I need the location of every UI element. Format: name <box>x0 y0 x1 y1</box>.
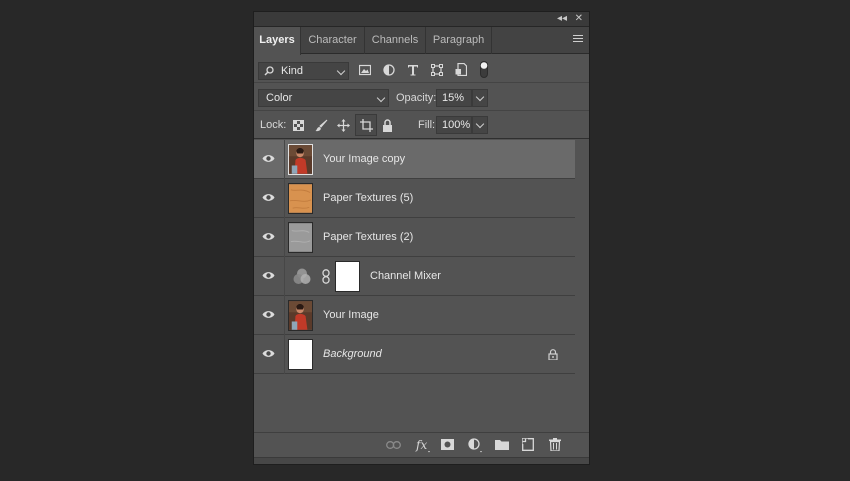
layer-name: Paper Textures (2) <box>323 231 414 243</box>
layer-mask-thumbnail[interactable] <box>335 261 360 292</box>
close-panel-button[interactable]: ✕ <box>575 13 583 25</box>
lock-transparent-pixels-icon[interactable] <box>293 120 304 131</box>
lock-icon <box>548 349 558 360</box>
layers-bottom-toolbar: fx <box>254 432 589 457</box>
visibility-divider <box>284 296 285 335</box>
collapse-panel-button[interactable]: ◂◂ <box>557 13 567 25</box>
link-layers-icon[interactable] <box>386 441 401 449</box>
type-filter-icon[interactable] <box>407 64 419 76</box>
eye-icon[interactable] <box>262 349 275 358</box>
tab-paragraph[interactable]: Paragraph <box>426 27 492 54</box>
lock-icon[interactable] <box>382 119 393 132</box>
trash-icon[interactable] <box>549 438 561 451</box>
layer-name: Background <box>323 348 382 360</box>
move-icon[interactable] <box>337 119 350 132</box>
layer-name: Your Image <box>323 309 379 321</box>
layer-thumbnail[interactable] <box>288 300 313 331</box>
link-icon[interactable] <box>322 269 330 284</box>
tab-layers[interactable]: Layers <box>254 27 301 55</box>
folder-icon[interactable] <box>495 439 509 450</box>
panel-tab-bar: Layers Character Channels Paragraph <box>254 27 589 55</box>
layers-panel: ◂◂ ✕ Layers Character Channels Paragraph… <box>253 11 590 465</box>
layer-row[interactable]: Your Image <box>254 296 575 335</box>
opacity-slider-button[interactable] <box>472 89 488 107</box>
smart-object-filter-icon[interactable] <box>455 63 467 76</box>
visibility-divider <box>284 335 285 374</box>
eye-icon[interactable] <box>262 310 275 319</box>
svg-text:fx: fx <box>415 438 427 452</box>
new-layer-icon[interactable] <box>522 438 534 451</box>
search-icon <box>264 66 274 76</box>
layer-name: Your Image copy <box>323 153 406 165</box>
layers-list: Your Image copy Paper Textures (5) Paper… <box>254 140 575 376</box>
fill-value: 100% <box>442 119 471 131</box>
fx-icon[interactable]: fx <box>415 437 431 453</box>
chevron-down-icon <box>376 93 386 103</box>
lock-artboard-button[interactable] <box>355 114 377 136</box>
panel-title-bar[interactable]: ◂◂ ✕ <box>254 12 589 27</box>
eye-icon[interactable] <box>262 232 275 241</box>
opacity-value: 15% <box>442 92 465 104</box>
layer-name: Paper Textures (5) <box>323 192 414 204</box>
crop-icon <box>360 119 373 132</box>
layer-row[interactable]: Channel Mixer <box>254 257 575 296</box>
channel-mixer-icon <box>293 268 311 284</box>
shape-filter-icon[interactable] <box>431 64 443 76</box>
layers-scrollbar[interactable] <box>575 140 589 430</box>
tab-channels[interactable]: Channels <box>365 27 426 54</box>
fill-slider-button[interactable] <box>472 116 488 134</box>
panel-menu-icon[interactable] <box>573 35 583 44</box>
kind-filter-label: Kind <box>281 65 304 77</box>
opacity-label: Opacity: <box>396 92 437 104</box>
filter-row: Kind <box>254 56 589 83</box>
layer-row[interactable]: Paper Textures (2) <box>254 218 575 257</box>
lock-label: Lock: <box>260 119 287 131</box>
layer-thumbnail[interactable] <box>288 183 313 214</box>
filter-toggle[interactable] <box>480 61 488 78</box>
eye-icon[interactable] <box>262 271 275 280</box>
visibility-divider <box>284 257 285 296</box>
layer-row[interactable]: Paper Textures (5) <box>254 179 575 218</box>
visibility-divider <box>284 179 285 218</box>
eye-icon[interactable] <box>262 154 275 163</box>
layer-thumbnail[interactable] <box>288 144 313 175</box>
visibility-divider <box>284 218 285 257</box>
opacity-input[interactable]: 15% <box>436 89 472 107</box>
layer-name: Channel Mixer <box>370 270 441 282</box>
chevron-down-icon <box>336 66 346 76</box>
layer-row[interactable]: Background <box>254 335 575 374</box>
eye-icon[interactable] <box>262 193 275 202</box>
chevron-down-icon <box>475 119 485 129</box>
panel-resize-handle[interactable] <box>254 457 589 464</box>
layer-thumbnail[interactable] <box>288 222 313 253</box>
visibility-divider <box>284 140 285 179</box>
layer-thumbnail[interactable] <box>288 339 313 370</box>
pixel-filter-icon[interactable] <box>359 64 371 76</box>
brush-icon[interactable] <box>315 119 328 132</box>
lock-row: Lock: Fill: 100% <box>254 112 589 139</box>
adjustment-layer-icon[interactable] <box>468 438 483 453</box>
blend-mode-value: Color <box>266 92 293 104</box>
blend-mode-select[interactable]: Color <box>258 89 389 107</box>
adjustment-filter-icon[interactable] <box>383 64 395 76</box>
layer-row[interactable]: Your Image copy <box>254 140 575 179</box>
add-mask-icon[interactable] <box>441 439 454 450</box>
tab-character[interactable]: Character <box>301 27 365 54</box>
chevron-down-icon <box>475 92 485 102</box>
blend-row: Color Opacity: 15% <box>254 84 589 111</box>
kind-filter-select[interactable]: Kind <box>258 62 349 80</box>
fill-input[interactable]: 100% <box>436 116 472 134</box>
fill-label: Fill: <box>418 119 436 131</box>
